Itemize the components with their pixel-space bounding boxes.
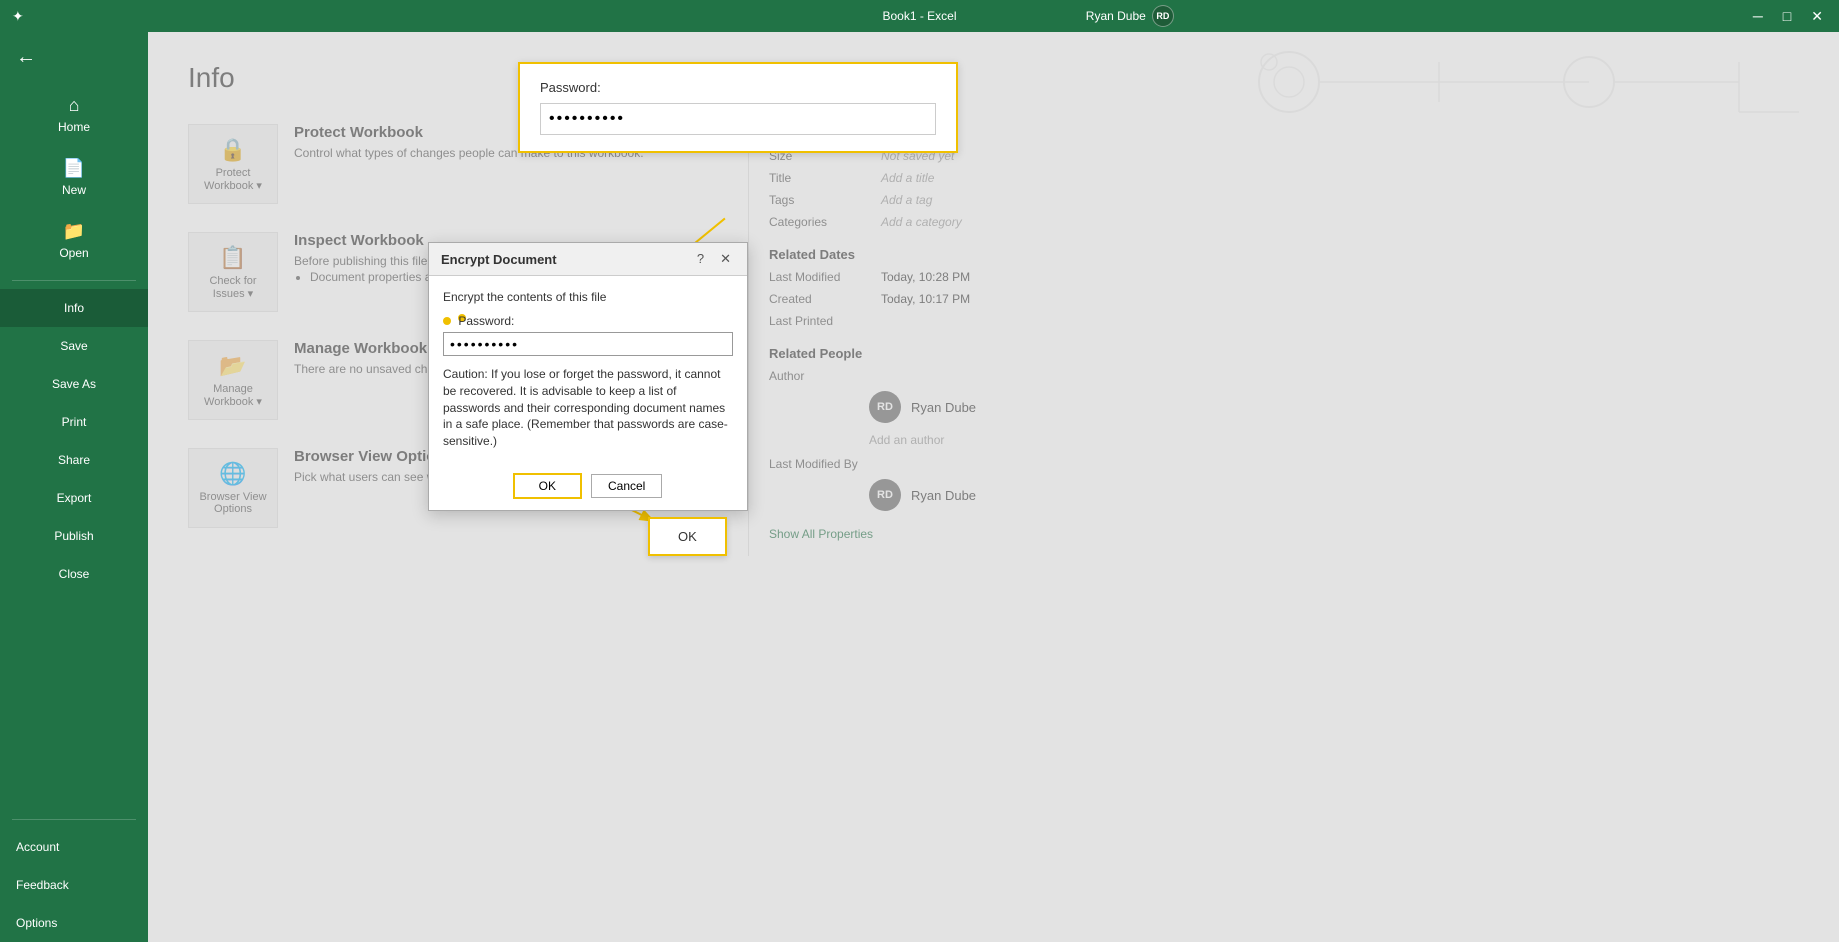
encrypt-dialog-body: Encrypt the contents of this file Passwo… bbox=[429, 276, 747, 474]
dialog-help-btn[interactable]: ? bbox=[693, 251, 708, 267]
export-label: Export bbox=[57, 491, 92, 505]
back-button[interactable]: ← bbox=[0, 32, 148, 83]
sidebar-item-new-label: New bbox=[62, 183, 86, 197]
user-area: Ryan Dube RD bbox=[1086, 5, 1174, 27]
sidebar-nav: ⌂ Home 📄 New 📁 Open Info Save Save As bbox=[0, 83, 148, 593]
sidebar-item-info[interactable]: Info bbox=[0, 289, 148, 327]
sidebar-item-open[interactable]: 📁 Open bbox=[0, 209, 148, 272]
sidebar-item-feedback[interactable]: Feedback bbox=[0, 866, 148, 904]
new-icon: 📄 bbox=[63, 158, 85, 179]
user-avatar-small: RD bbox=[1152, 5, 1174, 27]
sidebar-item-new[interactable]: 📄 New bbox=[0, 146, 148, 209]
dialog-header-controls: ? ✕ bbox=[693, 251, 735, 267]
encrypt-dialog: Encrypt Document ? ✕ Encrypt the content… bbox=[428, 242, 748, 511]
sidebar-item-close[interactable]: Close bbox=[0, 555, 148, 593]
encrypt-password-label: Password: bbox=[443, 314, 733, 328]
title-bar: ✦ Book1 - Excel Ryan Dube RD ─ □ ✕ bbox=[0, 0, 1839, 32]
password-tooltip-box: Password: bbox=[518, 62, 958, 153]
encrypt-ok-button[interactable]: OK bbox=[514, 474, 581, 498]
sidebar-bottom: Account Feedback Options bbox=[0, 811, 148, 942]
encrypt-password-input[interactable] bbox=[443, 332, 733, 356]
sidebar-item-export[interactable]: Export bbox=[0, 479, 148, 517]
save-label: Save bbox=[60, 339, 87, 353]
window-controls[interactable]: ─ □ ✕ bbox=[1745, 6, 1831, 27]
encrypt-dialog-header: Encrypt Document ? ✕ bbox=[429, 243, 747, 276]
open-icon: 📁 bbox=[63, 221, 85, 242]
maximize-btn[interactable]: □ bbox=[1775, 6, 1799, 27]
password-tooltip-label: Password: bbox=[540, 80, 936, 95]
sidebar-item-info-label: Info bbox=[64, 301, 84, 315]
sidebar: ← ⌂ Home 📄 New 📁 Open Info Save S bbox=[0, 32, 148, 942]
print-label: Print bbox=[62, 415, 87, 429]
sidebar-item-share[interactable]: Share bbox=[0, 441, 148, 479]
sidebar-item-open-label: Open bbox=[59, 246, 88, 260]
encrypt-cancel-button[interactable]: Cancel bbox=[591, 474, 662, 498]
sidebar-item-print[interactable]: Print bbox=[0, 403, 148, 441]
encrypt-dialog-footer: OK Cancel bbox=[429, 474, 747, 510]
sidebar-item-account[interactable]: Account bbox=[0, 828, 148, 866]
sidebar-item-options[interactable]: Options bbox=[0, 904, 148, 942]
sidebar-item-home-label: Home bbox=[58, 120, 90, 134]
minimize-btn[interactable]: ─ bbox=[1745, 6, 1771, 27]
sidebar-item-save[interactable]: Save bbox=[0, 327, 148, 365]
user-name: Ryan Dube bbox=[1086, 9, 1146, 23]
window-title: Book1 - Excel bbox=[882, 9, 956, 23]
sidebar-item-home[interactable]: ⌂ Home bbox=[0, 83, 148, 146]
content-area: Info 🔒 ProtectWorkbook ▾ Protect Workboo… bbox=[148, 32, 1839, 942]
encrypt-dialog-title: Encrypt Document bbox=[441, 252, 557, 267]
sidebar-divider-1 bbox=[12, 280, 136, 281]
arrow-lines bbox=[148, 32, 1839, 942]
encrypt-body-text: Encrypt the contents of this file bbox=[443, 290, 733, 304]
ok-tooltip-box[interactable]: OK bbox=[648, 517, 727, 556]
close-window-btn[interactable]: ✕ bbox=[1803, 6, 1831, 27]
password-indicator bbox=[443, 317, 451, 325]
save-as-label: Save As bbox=[52, 377, 96, 391]
publish-label: Publish bbox=[54, 529, 93, 543]
sidebar-item-save-as[interactable]: Save As bbox=[0, 365, 148, 403]
sidebar-item-publish[interactable]: Publish bbox=[0, 517, 148, 555]
modal-overlay: Password: Encrypt Document ? ✕ Encrypt t… bbox=[148, 32, 1839, 942]
share-label: Share bbox=[58, 453, 90, 467]
password-tooltip-input[interactable] bbox=[540, 103, 936, 135]
close-label: Close bbox=[59, 567, 90, 581]
app-body: ← ⌂ Home 📄 New 📁 Open Info Save S bbox=[0, 32, 1839, 942]
home-icon: ⌂ bbox=[69, 95, 80, 116]
sidebar-divider-2 bbox=[12, 819, 136, 820]
ok-tooltip-label: OK bbox=[678, 529, 697, 544]
encrypt-caution-text: Caution: If you lose or forget the passw… bbox=[443, 366, 733, 450]
dialog-close-btn[interactable]: ✕ bbox=[716, 251, 735, 267]
